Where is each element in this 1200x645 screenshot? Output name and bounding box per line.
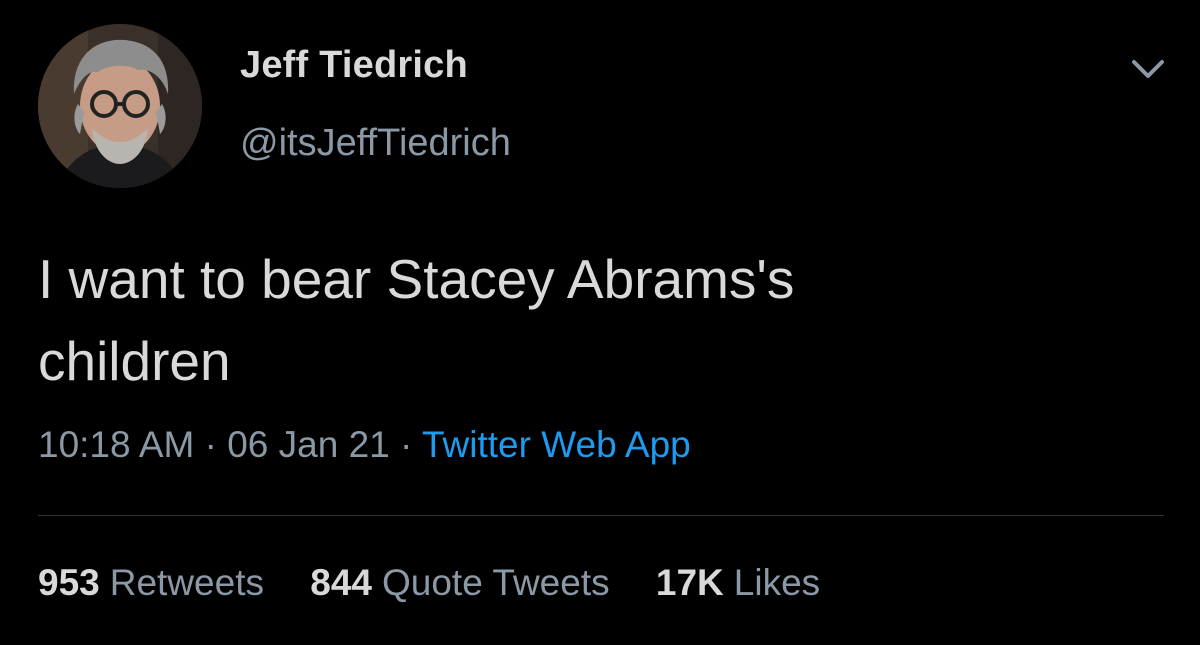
- retweets-label: Retweets: [109, 562, 264, 603]
- tweet-text: I want to bear Stacey Abrams's children: [38, 248, 795, 392]
- quote-tweets-count: 844: [310, 562, 372, 603]
- author-name[interactable]: Jeff Tiedrich: [240, 44, 468, 87]
- tweet-stats: 953 Retweets 844 Quote Tweets 17K Likes: [38, 562, 820, 604]
- avatar-photo: [38, 24, 202, 188]
- tweet-date[interactable]: 06 Jan 21: [227, 424, 390, 465]
- meta-separator: ·: [204, 424, 217, 465]
- divider: [38, 515, 1164, 516]
- chevron-down-icon[interactable]: [1128, 54, 1168, 84]
- meta-separator: ·: [400, 424, 413, 465]
- tweet-meta: 10:18 AM · 06 Jan 21 · Twitter Web App: [38, 424, 691, 466]
- author-handle[interactable]: @itsJeffTiedrich: [240, 122, 511, 165]
- retweets-count: 953: [38, 562, 100, 603]
- tweet-time[interactable]: 10:18 AM: [38, 424, 194, 465]
- tweet-source-link[interactable]: Twitter Web App: [422, 424, 691, 465]
- retweets-stat[interactable]: 953 Retweets: [38, 562, 264, 603]
- quote-tweets-label: Quote Tweets: [381, 562, 610, 603]
- likes-stat[interactable]: 17K Likes: [656, 562, 820, 603]
- avatar[interactable]: [38, 24, 202, 188]
- likes-count: 17K: [655, 562, 724, 603]
- quote-tweets-stat[interactable]: 844 Quote Tweets: [310, 562, 609, 603]
- likes-label: Likes: [733, 562, 821, 603]
